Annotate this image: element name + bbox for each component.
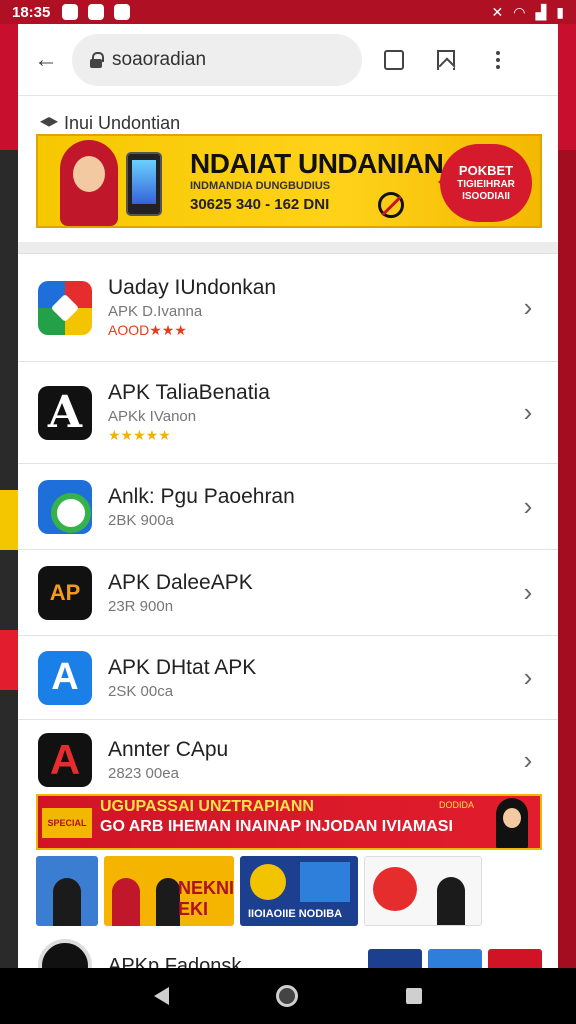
thumbnail[interactable] [364, 856, 482, 926]
nav-recents-icon[interactable] [406, 988, 423, 1004]
thumbnail-text: IIOIAOIIE NODIBA [248, 908, 343, 920]
app-name: APK DaleeAPK [108, 570, 253, 594]
list-item-partial[interactable]: APKp Fadonsk [38, 936, 558, 968]
site-header: Inui Undontian [18, 96, 558, 134]
notification-icon [114, 4, 131, 20]
bookmark-button[interactable] [426, 40, 466, 80]
battery-icon: ▮ [556, 3, 564, 20]
more-vertical-icon [496, 50, 500, 69]
app-rating: AOOD★★★ [108, 322, 187, 338]
banner-badge: POKBET TIGIEIHRAR ISOODIAII [438, 144, 532, 222]
app-meta: 2BK 900a [108, 511, 174, 529]
promo-person-image [490, 798, 534, 848]
banner-title: NDAIAT UNDANIAN [190, 148, 444, 179]
graduation-cap-icon [40, 117, 58, 127]
wifi-icon: ◠ [513, 3, 526, 20]
promo-body: GO ARB IHEMAN INAINAP INJODAN IVIAMASI [100, 818, 453, 835]
app-meta: APKk IVanon [108, 408, 197, 425]
promo-logo: SPECIAL [42, 808, 92, 838]
thumbnail-food-icon [373, 867, 417, 911]
app-round-icon [38, 939, 92, 968]
thumbnail-text: NEKNI EKI [178, 878, 234, 919]
app-rating: ★★★★★ [108, 427, 171, 443]
tabs-button[interactable] [374, 40, 414, 80]
thumbnail[interactable]: IIOIAOIIE NODIBA [240, 856, 358, 926]
app-a-black-icon [38, 385, 92, 440]
status-bar: 18:35 ✕ ◠ ▟ ▮ [0, 0, 576, 24]
google-play-icon [38, 280, 92, 335]
system-nav-bar [0, 968, 576, 1024]
app-list: Uaday IUndonkan APK D.Ivanna AOOD★★★ › A… [18, 254, 558, 800]
site-title: Inui Undontian [64, 112, 181, 133]
top-banner-ad[interactable]: NDAIAT UNDANIAN INDMANDIA DUNGBUDIUS 306… [36, 134, 542, 228]
chevron-right-icon: › [523, 491, 533, 521]
list-item[interactable]: Anlk: Pgu Paoehran 2BK 900a › [18, 464, 558, 550]
promo-tag: DODIDA [438, 800, 474, 810]
promo-title: UGUPASSAI UNZTRAPIANN [100, 798, 314, 815]
promo-banner-ad[interactable]: SPECIAL UGUPASSAI UNZTRAPIANN GO ARB IHE… [36, 794, 542, 850]
nav-home-icon[interactable] [276, 985, 299, 1007]
banner-person-image [48, 136, 134, 226]
prohibited-icon [378, 192, 404, 218]
chevron-right-icon: › [523, 744, 533, 775]
background-page-left [0, 150, 18, 970]
signal-icon: ▟ [535, 3, 547, 20]
thumbnail[interactable]: NEKNI EKI [104, 856, 234, 926]
app-store-icon [38, 650, 92, 705]
badge-line-3: ISOODIAII [462, 190, 510, 202]
status-time: 18:35 [12, 3, 51, 21]
app-meta: 2SK 00ca [108, 682, 174, 700]
back-button[interactable]: ← [32, 46, 60, 74]
thumbnail[interactable] [36, 856, 98, 926]
partial-thumbnails [368, 949, 542, 968]
app-name: APK DHtat APK [108, 655, 257, 679]
list-item[interactable]: APK DaleeAPK 23R 900n › [18, 550, 558, 636]
list-item[interactable]: APK DHtat APK 2SK 00ca › [18, 636, 558, 720]
menu-button[interactable] [478, 40, 518, 80]
app-a-red-icon [38, 733, 92, 787]
background-page-right [558, 150, 576, 970]
browser-window: ← soaoradian Inui Undontian NDAIAT UNDAN… [18, 24, 558, 968]
chevron-right-icon: › [523, 662, 533, 692]
phone-image [126, 152, 162, 216]
app-meta: 23R 900n [108, 597, 174, 615]
app-name: Annter CApu [108, 738, 229, 761]
notification-icon [88, 4, 105, 20]
banner-subtitle: INDMANDIA DUNGBUDIUS [190, 180, 331, 192]
notification-icon [62, 4, 79, 20]
bookmark-icon [437, 49, 455, 70]
app-name: Anlk: Pgu Paoehran [108, 484, 295, 508]
lock-icon [90, 51, 104, 68]
tabs-icon [384, 49, 404, 70]
app-name: APKp Fadonsk [108, 954, 242, 969]
app-circle-blue-icon [38, 479, 92, 534]
thumbnail-emblem-icon [250, 864, 286, 900]
badge-line-1: POKBET [458, 163, 514, 179]
chevron-right-icon: › [523, 292, 533, 322]
badge-line-2: TIGIEIHRAR [457, 178, 515, 190]
url-bar: ← soaoradian [18, 24, 558, 96]
nav-back-icon[interactable] [153, 987, 169, 1005]
url-text: soaoradian [112, 48, 207, 70]
thumbnail-tool-icon [300, 862, 350, 902]
app-meta: APK D.Ivanna [108, 303, 203, 320]
promo-thumbnails: NEKNI EKI IIOIAOIIE NODIBA [36, 856, 542, 926]
list-item[interactable]: Annter CApu 2823 00ea › [18, 720, 558, 800]
app-ap-icon [38, 565, 92, 620]
app-name: Uaday IUndonkan [108, 276, 277, 299]
app-name: APK TaliaBenatia [108, 381, 270, 404]
banner-code: 30625 340 - 162 DNI [190, 196, 330, 213]
back-arrow-icon: ← [34, 45, 58, 73]
url-field[interactable]: soaoradian [72, 33, 362, 86]
section-divider [18, 242, 558, 254]
app-meta: 2823 00ea [108, 765, 179, 782]
list-item[interactable]: Uaday IUndonkan APK D.Ivanna AOOD★★★ › [18, 254, 558, 362]
list-item[interactable]: APK TaliaBenatia APKk IVanon ★★★★★ › [18, 362, 558, 464]
chevron-right-icon: › [523, 397, 533, 427]
mute-icon: ✕ [491, 3, 504, 20]
chevron-right-icon: › [523, 577, 533, 607]
